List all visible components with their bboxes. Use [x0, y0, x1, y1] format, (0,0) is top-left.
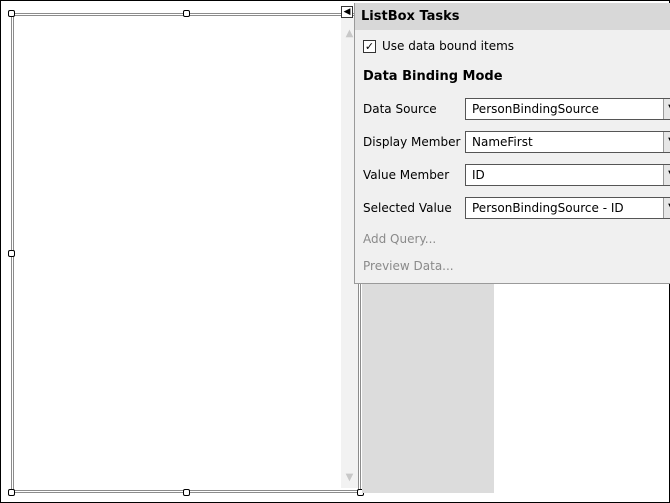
- display-member-label: Display Member: [363, 135, 461, 149]
- selected-value-label: Selected Value: [363, 201, 452, 215]
- dropdown-arrow-icon[interactable]: ▼: [663, 99, 670, 119]
- dropdown-arrow-icon[interactable]: ▼: [663, 132, 670, 152]
- data-source-value: PersonBindingSource: [472, 102, 599, 116]
- scroll-down-icon[interactable]: ▼: [341, 469, 358, 486]
- smart-tag-icon[interactable]: ◀: [341, 6, 353, 18]
- display-member-combo[interactable]: NameFirst ▼: [465, 131, 670, 153]
- resize-handle-top-left[interactable]: [8, 10, 15, 17]
- add-query-link[interactable]: Add Query...: [363, 232, 436, 246]
- resize-handle-top[interactable]: [183, 10, 190, 17]
- smart-tag-panel: ListBox Tasks ✓ Use data bound items Dat…: [354, 3, 670, 284]
- data-source-combo[interactable]: PersonBindingSource ▼: [465, 98, 670, 120]
- dropdown-arrow-icon[interactable]: ▼: [663, 198, 670, 218]
- value-member-label: Value Member: [363, 168, 450, 182]
- value-member-value: ID: [472, 168, 485, 182]
- data-source-label: Data Source: [363, 102, 437, 116]
- resize-handle-left[interactable]: [8, 250, 15, 257]
- resize-handle-bottom[interactable]: [183, 489, 190, 496]
- resize-handle-bottom-left[interactable]: [8, 489, 15, 496]
- checkbox-check-icon[interactable]: ✓: [363, 39, 376, 53]
- panel-title: ListBox Tasks: [355, 3, 670, 30]
- listbox-control[interactable]: ▲ ▼: [8, 10, 364, 496]
- preview-data-link[interactable]: Preview Data...: [363, 259, 454, 273]
- section-title: Data Binding Mode: [363, 69, 503, 84]
- selected-value-value: PersonBindingSource - ID: [472, 201, 624, 215]
- value-member-combo[interactable]: ID ▼: [465, 164, 670, 186]
- checkbox-label: Use data bound items: [382, 39, 515, 53]
- dropdown-arrow-icon[interactable]: ▼: [663, 165, 670, 185]
- selected-value-combo[interactable]: PersonBindingSource - ID ▼: [465, 197, 670, 219]
- listbox-body[interactable]: [15, 17, 341, 488]
- display-member-value: NameFirst: [472, 135, 533, 149]
- use-data-bound-items-checkbox[interactable]: ✓ Use data bound items: [363, 37, 514, 55]
- designer-background: [362, 284, 494, 493]
